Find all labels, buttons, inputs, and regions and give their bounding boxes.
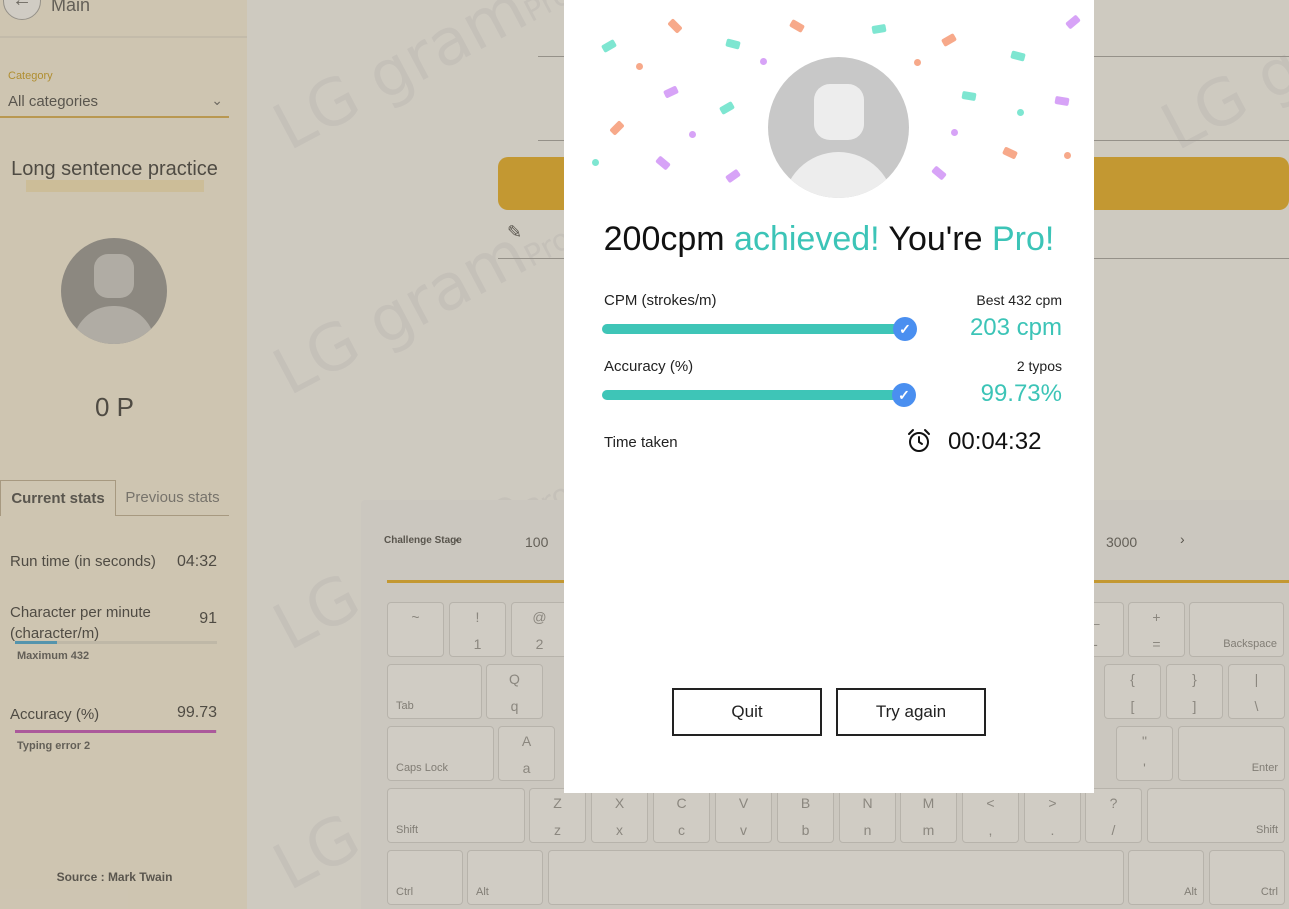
- cpm-value: 203 cpm: [969, 314, 1062, 341]
- accuracy-label: Accuracy (%): [604, 358, 694, 375]
- confetti-piece: [636, 63, 643, 70]
- confetti-piece: [871, 23, 887, 35]
- confetti-piece: [760, 58, 767, 65]
- alarm-clock-icon: [908, 429, 930, 452]
- confetti-piece: [667, 18, 683, 34]
- check-icon: ✓: [893, 317, 917, 341]
- confetti-piece: [788, 19, 806, 33]
- confetti-piece: [940, 33, 958, 47]
- confetti-piece: [724, 168, 742, 184]
- confetti-piece: [689, 131, 696, 138]
- confetti-piece: [1010, 50, 1026, 62]
- check-icon: ✓: [892, 383, 916, 407]
- time-taken-value: 00:04:32: [948, 428, 1042, 455]
- confetti-piece: [1065, 14, 1081, 30]
- confetti-piece: [655, 155, 671, 171]
- result-headline: 200cpm achieved! You're Pro!: [603, 220, 1055, 258]
- avatar: [768, 57, 909, 198]
- confetti-piece: [600, 39, 618, 53]
- confetti-piece: [592, 159, 599, 166]
- confetti-piece: [1001, 146, 1019, 160]
- confetti-piece: [662, 85, 680, 99]
- quit-button[interactable]: Quit: [672, 688, 822, 736]
- confetti-piece: [914, 59, 921, 66]
- confetti-piece: [609, 120, 625, 136]
- result-modal: 200cpm achieved! You're Pro! CPM (stroke…: [564, 0, 1094, 793]
- confetti-piece: [931, 165, 947, 181]
- confetti-piece: [718, 101, 736, 115]
- confetti-piece: [1064, 152, 1071, 159]
- accuracy-progress-bar: [602, 390, 902, 400]
- cpm-progress-bar: [602, 324, 902, 334]
- accuracy-value: 99.73%: [980, 380, 1062, 407]
- cpm-best: Best 432 cpm: [976, 292, 1062, 308]
- confetti-piece: [961, 90, 977, 102]
- confetti-piece: [1017, 109, 1024, 116]
- cpm-progress-fill: [602, 324, 902, 334]
- try-again-button[interactable]: Try again: [836, 688, 986, 736]
- confetti-piece: [1054, 95, 1070, 107]
- cpm-label: CPM (strokes/m): [604, 292, 717, 309]
- confetti-piece: [951, 129, 958, 136]
- accuracy-progress-fill: [602, 390, 902, 400]
- confetti-piece: [725, 38, 741, 50]
- time-taken-label: Time taken: [604, 434, 678, 451]
- typo-count: 2 typos: [1016, 358, 1062, 374]
